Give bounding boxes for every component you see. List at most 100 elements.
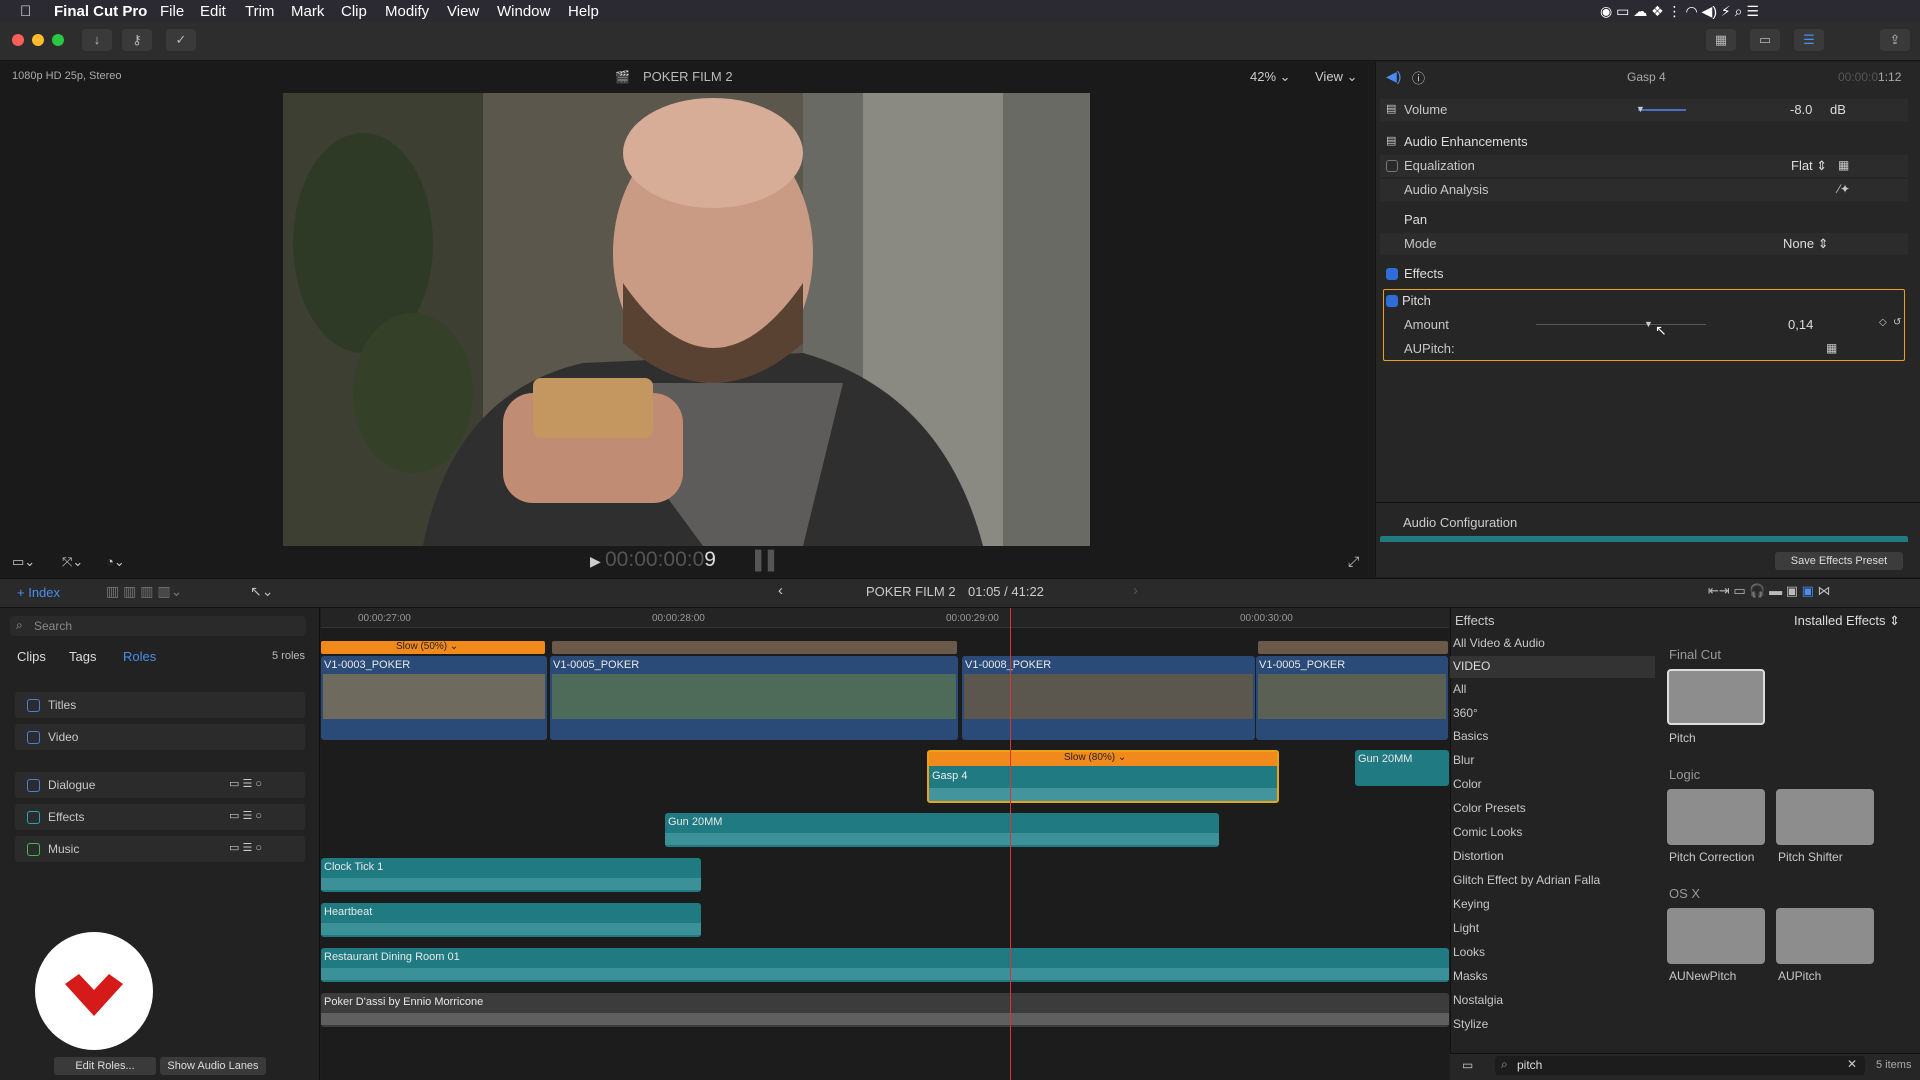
effect-thumbnail[interactable] [1667,908,1765,964]
role-checkbox[interactable] [27,811,40,824]
inspector-toggle-icon[interactable]: ☰ [1794,29,1824,51]
effects-search-input[interactable]: ⌕ pitch ✕ [1495,1056,1865,1075]
menu-trim[interactable]: Trim [245,3,274,20]
role-video[interactable]: Video [15,724,305,750]
category-item[interactable]: Comic Looks [1453,821,1653,843]
status-icons[interactable]: ◉ ▭ ☁ ❖ ⋮ ◠ ◀) ⚡ ⌕ ☰ [1600,3,1759,20]
category-item[interactable]: VIDEO [1453,655,1653,677]
video-clip[interactable]: V1-0003_POKER [321,656,547,740]
zoom-menu[interactable]: 42% ⌄ [1250,69,1291,85]
role-music[interactable]: Music ▭ ☰ ○ [15,836,305,862]
role-checkbox[interactable] [27,699,40,712]
keyframe-icon[interactable]: ◇ [1879,317,1887,328]
menu-modify[interactable]: Modify [385,3,429,20]
eq-graph-icon[interactable]: ▦ [1838,158,1849,172]
history-forward-icon[interactable]: › [1133,582,1138,599]
effects-checkbox[interactable] [1386,268,1398,280]
pan-mode-menu[interactable]: None ⇕ [1783,236,1829,252]
aupitch-editor-icon[interactable]: ▦ [1826,341,1837,355]
audio-enhancements-header[interactable]: ▤ Audio Enhancements [1380,131,1908,153]
role-lane-icons[interactable]: ▭ ☰ ○ [229,809,262,822]
audio-inspector-icon[interactable]: ◀) [1386,68,1401,85]
category-item[interactable]: Basics [1453,725,1653,747]
category-item[interactable]: Color Presets [1453,797,1653,819]
background-tasks-icon[interactable]: ✓ [166,29,196,51]
inspector-divider[interactable] [1375,502,1920,503]
role-effects[interactable]: Effects ▭ ☰ ○ [15,804,305,830]
minimize-window-icon[interactable] [32,34,44,46]
video-clip[interactable]: V1-0005_POKER [1256,656,1448,740]
index-button[interactable]: + Index [17,585,60,600]
retime-bar[interactable]: Slow (80%) ⌄ [929,752,1277,766]
category-item[interactable]: Color [1453,773,1653,795]
show-audio-lanes-button[interactable]: Show Audio Lanes [160,1057,266,1075]
fullscreen-icon[interactable]: ⤢ [1348,553,1359,570]
viewer-options-icon[interactable]: ▭⌄ [12,554,35,570]
audio-clip[interactable]: Gun 20MM [1355,750,1449,786]
timeline-toggle-icon[interactable]: ▭ [1750,29,1780,51]
magic-wand-icon[interactable]: ⁄✦ [1838,182,1850,196]
playhead[interactable] [1010,608,1011,1080]
category-item[interactable]: Stylize [1453,1013,1653,1035]
role-lane-icons[interactable]: ▭ ☰ ○ [229,777,262,790]
audio-clip[interactable]: Clock Tick 1 [321,858,701,892]
volume-value[interactable]: -8.0 [1790,102,1812,117]
amount-value[interactable]: 0,14 [1788,317,1813,332]
reset-icon[interactable]: ↺ [1893,317,1901,328]
role-lane-icons[interactable]: ▭ ☰ ○ [229,841,262,854]
menu-edit[interactable]: Edit [200,3,226,20]
equalization-checkbox[interactable] [1386,160,1398,172]
category-item[interactable]: All Video & Audio [1453,632,1653,654]
index-search-input[interactable]: ⌕ Search [10,616,306,636]
volume-slider[interactable] [1638,109,1686,111]
category-item[interactable]: All [1453,678,1653,700]
edit-roles-button[interactable]: Edit Roles... [54,1057,156,1075]
effect-thumbnail-selected[interactable] [1667,669,1765,725]
timecode-display[interactable]: 00:00:00:09 [605,548,716,572]
transform-icon[interactable]: ⤧⌄ [62,554,83,570]
category-item[interactable]: Light [1453,917,1653,939]
retime-icon[interactable]: ◔⌄ [106,554,125,570]
audio-clip[interactable]: Poker D'assi by Ennio Morricone [321,993,1449,1027]
tab-tags[interactable]: Tags [69,649,96,664]
video-clip[interactable]: V1-0005_POKER [550,656,958,740]
menu-view[interactable]: View [447,3,479,20]
effects-header[interactable]: Effects [1380,263,1908,285]
clear-search-icon[interactable]: ✕ [1847,1057,1857,1071]
tab-clips[interactable]: Clips [17,649,46,664]
play-icon[interactable]: ▶ [590,553,601,570]
history-back-icon[interactable]: ‹ [778,582,783,599]
share-icon[interactable]: ⇪ [1880,29,1910,51]
app-menu[interactable]: Final Cut Pro [54,3,147,20]
category-item[interactable]: Masks [1453,965,1653,987]
role-titles[interactable]: Titles [15,692,305,718]
view-menu[interactable]: View ⌄ [1315,69,1357,85]
retime-bar[interactable]: Slow (50%) ⌄ [321,641,545,654]
menu-mark[interactable]: Mark [291,3,324,20]
video-clip[interactable]: V1-0008_POKER [962,656,1255,740]
menu-file[interactable]: File [160,3,184,20]
role-checkbox[interactable] [27,731,40,744]
role-checkbox[interactable] [27,843,40,856]
pan-header[interactable]: Pan [1380,209,1908,231]
zoom-window-icon[interactable] [52,34,64,46]
category-item[interactable]: 360° [1453,702,1653,724]
tab-roles[interactable]: Roles [123,649,156,664]
sidebar-toggle-icon[interactable]: ▭ [1462,1058,1473,1072]
timeline-controls-icons[interactable]: ⇤⇥ ▭ 🎧 ▬ ▣ ▣ ⋈ [1708,583,1831,599]
eq-preset-menu[interactable]: Flat ⇕ [1791,158,1827,174]
category-item[interactable]: Nostalgia [1453,989,1653,1011]
role-dialogue[interactable]: Dialogue ▭ ☰ ○ [15,772,305,798]
menu-window[interactable]: Window [497,3,550,20]
close-window-icon[interactable] [12,34,24,46]
effect-thumbnail[interactable] [1667,789,1765,845]
category-item[interactable]: Blur [1453,749,1653,771]
audio-clip[interactable]: Restaurant Dining Room 01 [321,948,1449,982]
retime-bar[interactable] [552,641,957,654]
amount-slider-knob[interactable]: ▼ [1644,319,1653,329]
menu-clip[interactable]: Clip [341,3,367,20]
browser-toggle-icon[interactable]: ▦ [1706,29,1736,51]
category-item[interactable]: Glitch Effect by Adrian Falla [1453,869,1653,891]
audio-clip[interactable]: Heartbeat [321,903,701,937]
effect-thumbnail[interactable] [1776,789,1874,845]
